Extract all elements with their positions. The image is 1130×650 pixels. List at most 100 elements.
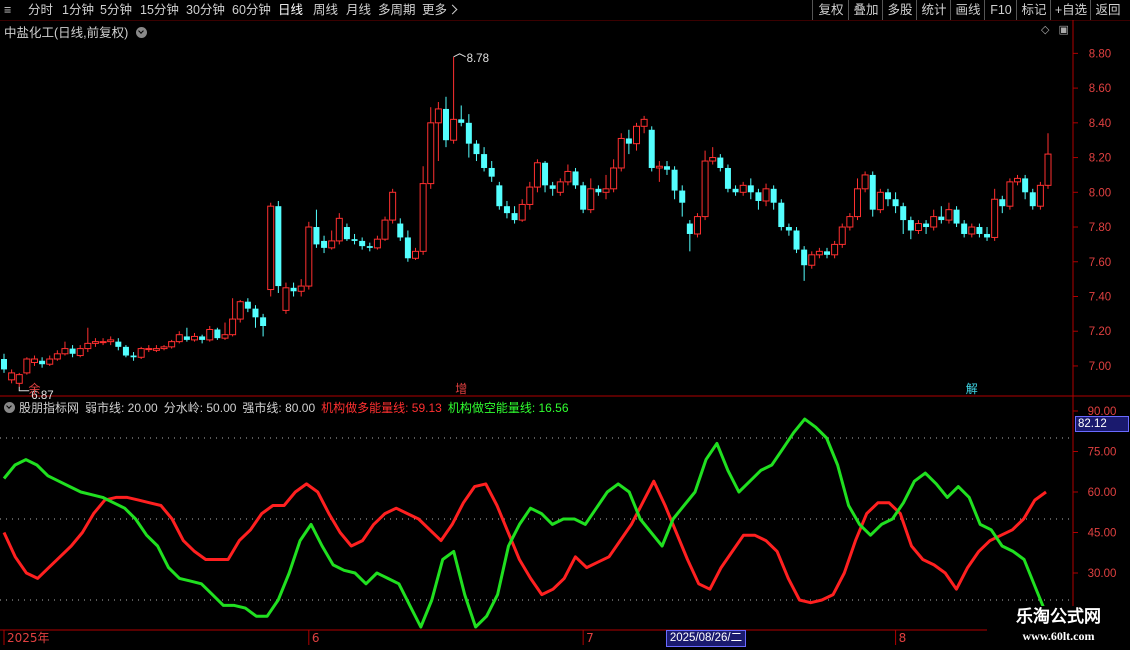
candle-body-33 [252, 308, 259, 318]
cursor-date-label: 2025/08/26/二 [666, 630, 746, 647]
price-tick-label-0: 7.00 [1089, 361, 1111, 373]
indicator-legend: 股朋指标网 弱市线: 20.00 分水岭: 50.00 强市线: 80.00 机构做多能… [4, 399, 575, 416]
candle-body-39 [297, 285, 305, 292]
candle-body-52 [397, 223, 404, 238]
candle-body-34 [260, 317, 267, 327]
candle-body-63 [481, 154, 488, 168]
candle-body-137 [1044, 153, 1052, 186]
candle-body-37 [282, 287, 290, 311]
indicator-param-3: 机构做多能量线: 59.13 [321, 401, 442, 415]
candle-body-60 [458, 119, 465, 123]
candle-body-12 [91, 341, 99, 344]
candle-body-70 [533, 162, 541, 188]
candle-body-64 [488, 167, 495, 177]
candle-body-69 [526, 186, 534, 205]
candle-body-105 [801, 249, 808, 266]
candle-body-80 [610, 167, 618, 190]
candle-body-96 [732, 188, 739, 193]
price-tick-label-7: 8.40 [1089, 118, 1111, 130]
candle-body-94 [717, 157, 724, 168]
candle-body-135 [1029, 192, 1036, 207]
candle-body-59 [450, 118, 458, 141]
indicator-name: 股朋指标网 [19, 401, 80, 415]
candle-body-114 [869, 174, 876, 210]
candle-body-126 [961, 223, 968, 234]
indicator-tick-label-1: 75.00 [1088, 447, 1117, 459]
candle-body-132 [1006, 181, 1014, 207]
candle-body-71 [542, 162, 549, 186]
candle-body-8 [61, 348, 69, 355]
indicator-tick-label-3: 45.00 [1088, 528, 1117, 540]
candle-body-47 [359, 240, 366, 247]
candle-body-72 [549, 185, 556, 189]
event-marker-1: 增 [455, 382, 467, 396]
candle-body-107 [815, 250, 823, 256]
candle-body-57 [434, 108, 442, 124]
candle-body-125 [953, 209, 960, 224]
candle-body-91 [693, 216, 701, 235]
candle-body-20 [152, 348, 160, 351]
indicator-param-0: 弱市线: 20.00 [85, 401, 158, 415]
candle-body-90 [686, 223, 693, 234]
price-tick-label-6: 8.20 [1089, 153, 1111, 165]
candle-body-66 [503, 206, 510, 214]
candle-body-13 [99, 341, 107, 344]
indicator-param-4: 机构做空能量线: 16.56 [447, 401, 569, 415]
indicator-param-1: 分水岭: 50.00 [163, 401, 237, 415]
candle-body-41 [313, 227, 320, 245]
candle-body-108 [824, 251, 831, 255]
candle-body-18 [137, 348, 145, 358]
candle-body-82 [625, 138, 632, 144]
candle-body-97 [739, 184, 747, 193]
candle-body-133 [1014, 177, 1022, 183]
candle-body-106 [808, 254, 816, 266]
watermark-line1: 乐淘公式网 [1016, 607, 1101, 626]
high-price-label: 8.78 [467, 53, 489, 65]
candle-body-110 [838, 226, 846, 245]
price-tick-label-4: 7.80 [1089, 222, 1111, 234]
candle-body-21 [160, 346, 168, 350]
candle-body-43 [328, 240, 336, 249]
candle-body-103 [785, 227, 792, 231]
price-tick-label-3: 7.60 [1089, 257, 1111, 269]
candle-body-50 [381, 219, 389, 240]
x-tick-label-0: 2025年 [7, 631, 50, 645]
candle-body-131 [999, 199, 1006, 207]
candle-body-129 [984, 233, 991, 238]
chart-canvas[interactable]: 7.00 7.20 7.40 7.60 7.80 8.00 8.20 8.40 8.60 8.80… [0, 0, 1130, 650]
candle-body-30 [229, 318, 237, 336]
candle-body-77 [587, 188, 595, 211]
candle-body-113 [861, 174, 869, 190]
price-tick-label-8: 8.60 [1089, 83, 1111, 95]
candle-body-11 [84, 342, 92, 350]
candle-body-98 [747, 185, 754, 193]
candle-body-87 [663, 166, 670, 170]
candle-body-1 [8, 372, 16, 381]
candle-body-78 [595, 188, 602, 193]
candle-body-10 [76, 348, 84, 357]
candle-body-48 [366, 246, 373, 248]
price-tick-label-9: 8.80 [1089, 48, 1111, 60]
price-tick-label-1: 7.20 [1089, 326, 1111, 338]
candle-body-74 [564, 170, 572, 183]
indicator-tick-label-2: 60.00 [1088, 487, 1117, 499]
candle-body-0 [1, 359, 7, 370]
candle-body-99 [755, 192, 762, 201]
high-marker [453, 53, 466, 58]
candle-body-67 [511, 213, 518, 221]
candle-body-27 [206, 328, 214, 341]
price-tick-label-5: 8.00 [1089, 187, 1111, 199]
candle-body-117 [892, 199, 899, 207]
candle-body-62 [473, 143, 480, 155]
candle-body-22 [168, 341, 176, 348]
candle-body-4 [30, 358, 38, 363]
indicator-dropdown-icon[interactable] [4, 402, 15, 414]
candle-body-104 [793, 230, 800, 250]
candle-body-28 [214, 329, 221, 339]
candle-body-73 [556, 181, 564, 193]
candle-body-5 [39, 360, 46, 365]
candle-body-119 [907, 220, 914, 231]
candle-body-116 [884, 192, 891, 200]
candle-body-81 [617, 137, 625, 169]
candle-body-102 [778, 202, 785, 228]
